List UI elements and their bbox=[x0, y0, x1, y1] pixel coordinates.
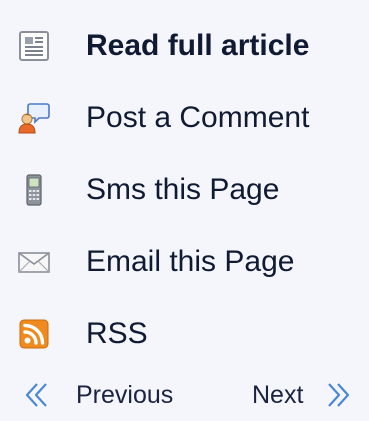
rss-link[interactable]: RSS bbox=[0, 306, 369, 362]
double-chevron-right-icon bbox=[328, 383, 350, 407]
envelope-icon bbox=[18, 252, 50, 273]
next-button[interactable]: Next bbox=[252, 372, 351, 418]
email-page-label: Email this Page bbox=[86, 245, 295, 278]
post-comment-link[interactable]: Post a Comment bbox=[0, 90, 369, 146]
sms-page-link[interactable]: Sms this Page bbox=[0, 162, 369, 218]
mobile-phone-icon bbox=[26, 174, 42, 206]
comment-user-icon bbox=[18, 103, 50, 134]
previous-button[interactable]: Previous bbox=[24, 372, 173, 418]
newspaper-icon bbox=[19, 31, 49, 61]
previous-label: Previous bbox=[76, 381, 174, 409]
post-comment-label: Post a Comment bbox=[86, 101, 310, 134]
rss-icon bbox=[19, 319, 49, 349]
read-full-article-label: Read full article bbox=[86, 29, 310, 62]
double-chevron-left-icon bbox=[25, 383, 47, 407]
sms-page-label: Sms this Page bbox=[86, 173, 280, 206]
email-page-link[interactable]: Email this Page bbox=[0, 234, 369, 290]
rss-label: RSS bbox=[86, 317, 148, 350]
pager: Previous Next bbox=[0, 372, 369, 418]
next-label: Next bbox=[252, 381, 304, 409]
read-full-article-link[interactable]: Read full article bbox=[0, 18, 369, 74]
